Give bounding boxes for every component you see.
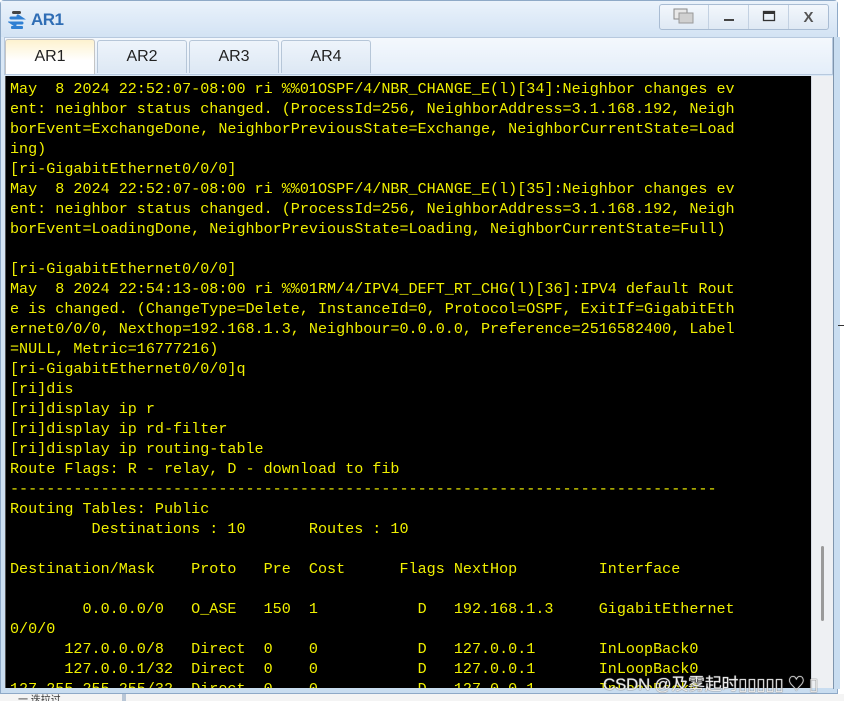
tab-ar2[interactable]: AR2 bbox=[97, 40, 187, 73]
maximize-icon bbox=[762, 9, 776, 26]
terminal-line: Route Flags: R - relay, D - download to … bbox=[10, 460, 400, 478]
watermark-text: CSDN @及雾起时▯▯▯▯▯ ♡ ▯ bbox=[603, 675, 819, 694]
terminal-line: May 8 2024 22:54:13-08:00 ri %%01RM/4/IP… bbox=[10, 280, 735, 298]
background-tab-label: 一 迭拉过 bbox=[18, 695, 61, 701]
terminal-line: [ri]dis bbox=[10, 380, 74, 398]
device-tab-bar: AR1 AR2 AR3 AR4 bbox=[4, 37, 833, 75]
terminal-line: 127.0.0.0/8 Direct 0 0 D 127.0.0.1 InLoo… bbox=[10, 640, 699, 658]
terminal-line: [ri-GigabitEthernet0/0/0] bbox=[10, 160, 237, 178]
windows-overlap-icon bbox=[673, 8, 695, 27]
tab-ar1[interactable]: AR1 bbox=[5, 39, 95, 74]
minimize-icon bbox=[722, 9, 736, 26]
terminal-line: ----------------------------------------… bbox=[10, 480, 717, 498]
tab-ar3[interactable]: AR3 bbox=[189, 40, 279, 73]
terminal-line: borEvent=LoadingDone, NeighborPreviousSt… bbox=[10, 220, 726, 238]
minimize-button[interactable] bbox=[708, 5, 748, 29]
terminal-line: May 8 2024 22:52:07-08:00 ri %%01OSPF/4/… bbox=[10, 80, 735, 98]
window-controls: X bbox=[659, 4, 829, 30]
tab-ar4[interactable]: AR4 bbox=[281, 40, 371, 73]
title-bar[interactable]: AR1 X bbox=[1, 1, 837, 37]
background-divider bbox=[122, 694, 126, 701]
terminal-line: ent: neighbor status changed. (ProcessId… bbox=[10, 200, 735, 218]
terminal-line: [ri]display ip routing-table bbox=[10, 440, 264, 458]
terminal-line: =NULL, Metric=16777216) bbox=[10, 340, 219, 358]
router-icon bbox=[7, 10, 28, 30]
terminal-line: ent: neighbor status changed. (ProcessId… bbox=[10, 100, 735, 118]
terminal-line: May 8 2024 22:52:07-08:00 ri %%01OSPF/4/… bbox=[10, 180, 735, 198]
edge-divider bbox=[838, 325, 844, 326]
terminal-output: May 8 2024 22:52:07-08:00 ri %%01OSPF/4/… bbox=[10, 79, 735, 688]
maximize-button[interactable] bbox=[748, 5, 788, 29]
window-border bbox=[833, 37, 840, 689]
terminal-window: AR1 X AR1 AR2 AR3 AR4 May 8 2024 22:52:0… bbox=[0, 0, 840, 694]
window-title: AR1 bbox=[31, 10, 64, 29]
terminal-line: borEvent=ExchangeDone, NeighborPreviousS… bbox=[10, 120, 735, 138]
terminal-console[interactable]: May 8 2024 22:52:07-08:00 ri %%01OSPF/4/… bbox=[5, 76, 811, 688]
background-panel bbox=[0, 694, 844, 701]
terminal-line: [ri-GigabitEthernet0/0/0]q bbox=[10, 360, 246, 378]
terminal-line: Destination/Mask Proto Pre Cost Flags Ne… bbox=[10, 560, 681, 578]
terminal-line: [ri]display ip rd-filter bbox=[10, 420, 228, 438]
close-button[interactable]: X bbox=[788, 5, 828, 29]
close-icon: X bbox=[803, 8, 814, 26]
terminal-line: 0/0/0 bbox=[10, 620, 56, 638]
terminal-line: ernet0/0/0, Nexthop=192.168.1.3, Neighbo… bbox=[10, 320, 735, 338]
terminal-line: Routing Tables: Public bbox=[10, 500, 210, 518]
scrollbar-thumb[interactable] bbox=[821, 546, 824, 621]
vertical-scrollbar[interactable] bbox=[811, 76, 833, 688]
restore-layout-button[interactable] bbox=[660, 5, 708, 29]
terminal-line: [ri-GigabitEthernet0/0/0] bbox=[10, 260, 237, 278]
terminal-line: 0.0.0.0/0 O_ASE 150 1 D 192.168.1.3 Giga… bbox=[10, 600, 735, 618]
terminal-line: e is changed. (ChangeType=Delete, Instan… bbox=[10, 300, 735, 318]
terminal-line: Destinations : 10 Routes : 10 bbox=[10, 520, 409, 538]
terminal-line: [ri]display ip r bbox=[10, 400, 155, 418]
terminal-line: ing) bbox=[10, 140, 47, 158]
